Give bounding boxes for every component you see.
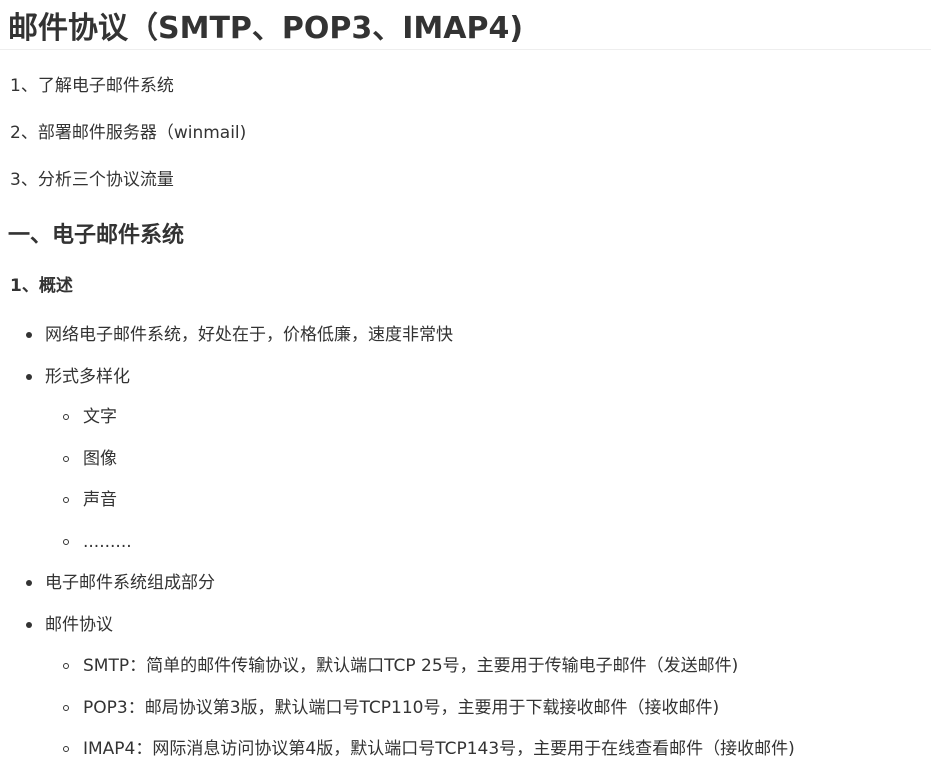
page-title: 邮件协议（SMTP、POP3、IMAP4) xyxy=(8,11,524,46)
intro-item: 3、分析三个协议流量 xyxy=(10,170,174,190)
bullet-icon xyxy=(26,580,32,586)
hollow-bullet-icon xyxy=(63,456,69,462)
section-heading: 一、电子邮件系统 xyxy=(8,223,185,248)
list-item: POP3：邮局协议第3版，默认端口号TCP110号，主要用于下载接收邮件（接收邮… xyxy=(83,698,720,718)
list-item: 网络电子邮件系统，好处在于，价格低廉，速度非常快 xyxy=(45,325,453,345)
list-item: ......... xyxy=(83,532,132,552)
bullet-icon xyxy=(26,622,32,628)
hollow-bullet-icon xyxy=(63,414,69,420)
list-item: 邮件协议 xyxy=(45,615,113,635)
title-divider xyxy=(0,49,931,50)
hollow-bullet-icon xyxy=(63,746,69,752)
list-item: 形式多样化 xyxy=(45,367,130,387)
hollow-bullet-icon xyxy=(63,539,69,545)
intro-item: 2、部署邮件服务器（winmail) xyxy=(10,123,247,143)
list-item: 电子邮件系统组成部分 xyxy=(45,573,215,593)
list-item: IMAP4：网际消息访问协议第4版，默认端口号TCP143号，主要用于在线查看邮… xyxy=(83,739,795,759)
hollow-bullet-icon xyxy=(63,497,69,503)
bullet-icon xyxy=(26,332,32,338)
hollow-bullet-icon xyxy=(63,663,69,669)
list-item: 文字 xyxy=(83,407,117,427)
bullet-icon xyxy=(26,374,32,380)
list-item: 声音 xyxy=(83,490,117,510)
list-item: SMTP：简单的邮件传输协议，默认端口TCP 25号，主要用于传输电子邮件（发送… xyxy=(83,656,739,676)
subsection-heading: 1、概述 xyxy=(10,276,73,296)
document: 邮件协议（SMTP、POP3、IMAP4) 1、了解电子邮件系统 2、部署邮件服… xyxy=(0,0,931,769)
hollow-bullet-icon xyxy=(63,705,69,711)
list-item: 图像 xyxy=(83,449,117,469)
intro-item: 1、了解电子邮件系统 xyxy=(10,76,174,96)
